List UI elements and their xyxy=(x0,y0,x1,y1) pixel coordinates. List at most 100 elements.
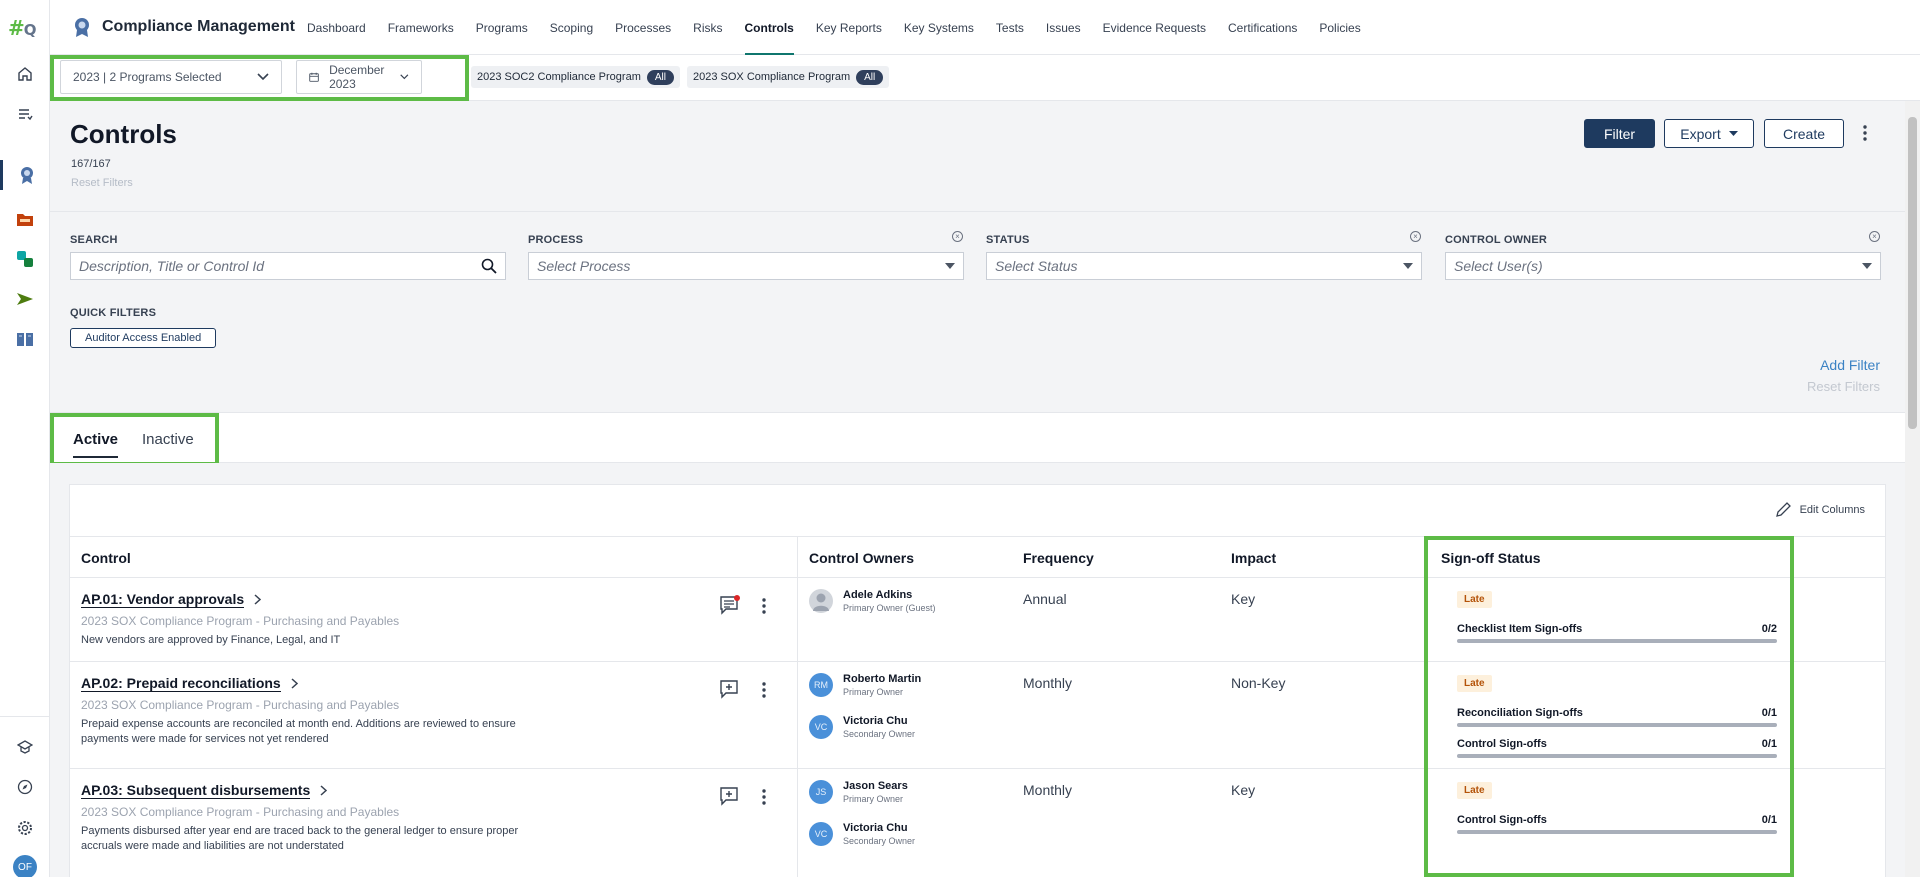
program-chip-sox[interactable]: 2023 SOX Compliance Program All xyxy=(687,66,890,88)
edit-columns-button[interactable]: Edit Columns xyxy=(1774,501,1865,519)
owner-avatar[interactable]: VC xyxy=(809,822,833,846)
nav-item-policies[interactable]: Policies xyxy=(1308,0,1371,55)
page-header: Controls 167/167 Reset Filters Filter Ex… xyxy=(50,101,1905,211)
control-program: 2023 SOX Compliance Program - Purchasing… xyxy=(81,805,400,819)
clear-process-icon[interactable]: × xyxy=(952,231,963,242)
row-menu-icon[interactable] xyxy=(761,788,767,811)
row-menu-icon[interactable] xyxy=(761,681,767,704)
compliance-icon[interactable] xyxy=(0,160,50,190)
send-icon[interactable] xyxy=(0,284,50,314)
table-row[interactable]: AP.01: Vendor approvals 2023 SOX Complian… xyxy=(70,578,1885,662)
filter-button[interactable]: Filter xyxy=(1584,119,1655,148)
control-title-link[interactable]: AP.01: Vendor approvals xyxy=(81,591,262,608)
owner-initials: VC xyxy=(814,829,828,839)
nav-item-tests[interactable]: Tests xyxy=(985,0,1035,55)
program-chip-pill: All xyxy=(646,69,674,85)
compass-icon[interactable] xyxy=(0,772,50,802)
search-input[interactable]: Description, Title or Control Id xyxy=(70,252,506,280)
owner-select[interactable]: Select User(s) xyxy=(1445,252,1881,280)
owner-initials: JS xyxy=(815,787,827,797)
nav-item-dashboard[interactable]: Dashboard xyxy=(296,0,377,55)
column-header-signoff[interactable]: Sign-off Status xyxy=(1441,550,1541,566)
page-title: Controls xyxy=(70,119,177,149)
nav-item-evidence-requests[interactable]: Evidence Requests xyxy=(1092,0,1217,55)
reset-filters-button[interactable]: Reset Filters xyxy=(1807,379,1880,394)
learning-icon[interactable] xyxy=(0,732,50,762)
tab-active[interactable]: Active xyxy=(73,431,119,458)
scrollbar[interactable] xyxy=(1905,101,1920,877)
impact-value: Non-Key xyxy=(1231,675,1286,691)
edit-columns-label: Edit Columns xyxy=(1799,504,1865,516)
home-icon[interactable] xyxy=(0,59,50,89)
owner-avatar[interactable]: VC xyxy=(809,715,833,739)
search-icon[interactable] xyxy=(481,258,497,274)
table-row[interactable]: AP.02: Prepaid reconciliations 2023 SOX C… xyxy=(70,662,1885,769)
nav-item-frameworks[interactable]: Frameworks xyxy=(377,0,465,55)
app-logo[interactable]: #Q xyxy=(8,16,37,40)
nav-item-processes[interactable]: Processes xyxy=(604,0,682,55)
owner-avatar[interactable]: JS xyxy=(809,780,833,804)
nav-menu: Dashboard Frameworks Programs Scoping Proces… xyxy=(296,0,1372,55)
create-button[interactable]: Create xyxy=(1764,119,1844,148)
status-select[interactable]: Select Status xyxy=(986,252,1422,280)
signoff-progress[interactable]: Checklist Item Sign-offs 0/2 xyxy=(1457,623,1777,643)
table-row[interactable]: AP.03: Subsequent disbursements 2023 SOX … xyxy=(70,769,1885,877)
nav-item-scoping[interactable]: Scoping xyxy=(539,0,604,55)
column-header-owners[interactable]: Control Owners xyxy=(809,550,914,566)
add-filter-link[interactable]: Add Filter xyxy=(1820,357,1880,373)
program-select[interactable]: 2023 | 2 Programs Selected xyxy=(60,60,282,94)
add-comment-icon[interactable] xyxy=(719,679,741,704)
owner-avatar[interactable] xyxy=(809,589,833,613)
tab-inactive[interactable]: Inactive xyxy=(142,431,194,456)
signoff-progress[interactable]: Control Sign-offs 0/1 xyxy=(1457,738,1777,758)
column-header-control[interactable]: Control xyxy=(81,550,131,566)
column-header-frequency[interactable]: Frequency xyxy=(1023,550,1094,566)
program-select-value: 2023 | 2 Programs Selected xyxy=(73,70,222,84)
nav-item-certifications[interactable]: Certifications xyxy=(1217,0,1308,55)
more-options-icon[interactable] xyxy=(1862,124,1868,147)
process-placeholder: Select Process xyxy=(537,258,631,274)
nav-item-key-systems[interactable]: Key Systems xyxy=(893,0,985,55)
tasks-icon[interactable] xyxy=(0,99,50,129)
scrollbar-thumb[interactable] xyxy=(1908,117,1917,429)
nav-item-controls[interactable]: Controls xyxy=(734,0,805,55)
owner-role: Secondary Owner xyxy=(843,836,916,846)
table-header: Control Control Owners Frequency Impact … xyxy=(70,536,1885,578)
gear-icon[interactable] xyxy=(0,813,50,843)
status-badge: Late xyxy=(1457,675,1492,692)
period-select[interactable]: December 2023 xyxy=(296,60,422,94)
row-menu-icon[interactable] xyxy=(761,597,767,620)
program-chip-soc2[interactable]: 2023 SOC2 Compliance Program All xyxy=(471,66,680,88)
column-header-impact[interactable]: Impact xyxy=(1231,550,1276,566)
signoff-progress[interactable]: Control Sign-offs 0/1 xyxy=(1457,814,1777,834)
frequency-value: Annual xyxy=(1023,591,1067,607)
process-select[interactable]: Select Process xyxy=(528,252,964,280)
frequency-value: Monthly xyxy=(1023,782,1073,798)
clear-owner-icon[interactable]: × xyxy=(1869,231,1880,242)
sync-icon[interactable] xyxy=(0,244,50,274)
caret-down-icon xyxy=(1403,263,1413,269)
control-title-link[interactable]: AP.02: Prepaid reconciliations xyxy=(81,675,298,692)
nav-item-programs[interactable]: Programs xyxy=(465,0,539,55)
signoff-progress[interactable]: Reconciliation Sign-offs 0/1 xyxy=(1457,707,1777,727)
owner-avatar[interactable]: RM xyxy=(809,673,833,697)
nav-item-key-reports[interactable]: Key Reports xyxy=(805,0,893,55)
auditor-access-filter[interactable]: Auditor Access Enabled xyxy=(70,328,217,348)
owner-entry: JS Jason Sears Primary Owner xyxy=(809,780,908,804)
search-label: SEARCH xyxy=(70,234,118,246)
nav-item-risks[interactable]: Risks xyxy=(682,0,733,55)
owner-placeholder: Select User(s) xyxy=(1454,258,1543,274)
nav-item-issues[interactable]: Issues xyxy=(1035,0,1092,55)
user-avatar[interactable]: OF xyxy=(0,852,50,877)
owner-initials: RM xyxy=(814,680,828,690)
status-badge: Late xyxy=(1457,591,1492,608)
book-icon[interactable] xyxy=(0,324,50,354)
control-title-link[interactable]: AP.03: Subsequent disbursements xyxy=(81,782,328,799)
folder-icon[interactable] xyxy=(0,204,50,234)
add-comment-icon[interactable] xyxy=(719,786,741,811)
clear-status-icon[interactable]: × xyxy=(1410,231,1421,242)
signoff-count: 0/1 xyxy=(1761,707,1777,719)
export-button[interactable]: Export xyxy=(1664,119,1754,148)
reset-filters-link[interactable]: Reset Filters xyxy=(71,177,133,189)
comment-notification-icon[interactable] xyxy=(719,595,741,620)
